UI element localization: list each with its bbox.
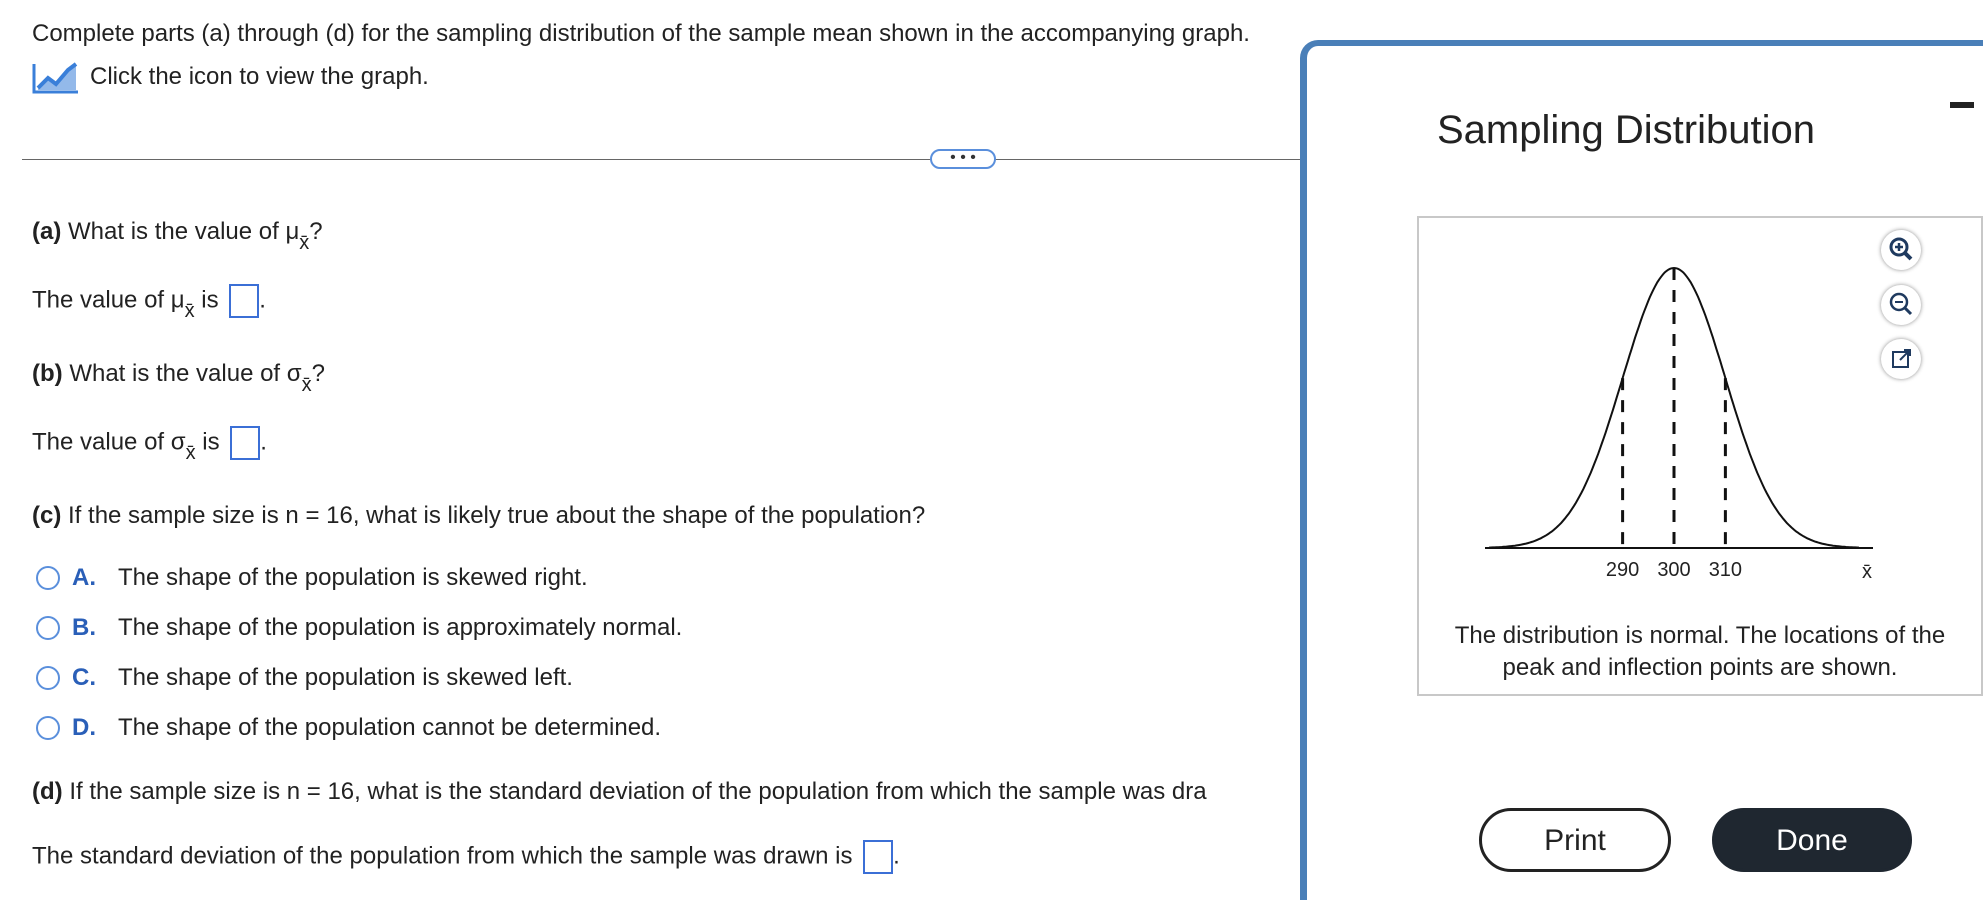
part-d-question: (d) If the sample size is n = 16, what i… [32,778,1207,805]
popup-title: Sampling Distribution [1437,108,1815,152]
radio-d[interactable] [36,716,60,740]
option-a[interactable]: A. The shape of the population is skewed… [36,564,588,592]
option-d[interactable]: D. The shape of the population cannot be… [36,714,661,742]
option-b[interactable]: B. The shape of the population is approx… [36,614,682,642]
part-a-answer: The value of μx̄ is . [32,284,266,322]
population-sd-input[interactable] [863,840,894,874]
part-b-answer: The value of σx̄ is . [32,426,267,464]
sd-answer-input[interactable] [230,426,261,460]
chart-icon[interactable] [32,60,80,94]
zoom-in-icon[interactable] [1881,230,1921,270]
done-button[interactable]: Done [1712,808,1912,872]
graph-popup: Sampling Distribution 290 300 310 x̄ The… [1300,40,1983,900]
graph-link[interactable]: Click the icon to view the graph. [32,60,429,94]
graph-caption: The distribution is normal. The location… [1454,622,1946,681]
sampling-distribution-chart: 290 300 310 x̄ [1485,266,1873,583]
part-b-question: (b) What is the value of σx̄? [32,360,325,396]
part-c-question: (c) If the sample size is n = 16, what i… [32,502,926,529]
part-d-answer: The standard deviation of the population… [32,840,900,874]
radio-c[interactable] [36,666,60,690]
tick-label-310: 310 [1709,559,1742,581]
part-a-question: (a) What is the value of μx̄? [32,218,323,254]
x-axis-label: x̄ [1862,561,1872,583]
popout-icon[interactable] [1881,339,1921,379]
divider [22,159,1302,160]
option-c[interactable]: C. The shape of the population is skewed… [36,664,573,692]
instructions: Complete parts (a) through (d) for the s… [32,20,1250,47]
more-button[interactable]: • • • [930,149,996,169]
radio-a[interactable] [36,566,60,590]
zoom-out-icon[interactable] [1881,285,1921,325]
graph-link-text[interactable]: Click the icon to view the graph. [90,63,429,91]
minimize-icon[interactable] [1950,102,1974,108]
mean-answer-input[interactable] [229,284,260,318]
radio-b[interactable] [36,616,60,640]
tick-label-290: 290 [1606,559,1639,581]
tick-label-300: 300 [1657,559,1690,581]
print-button[interactable]: Print [1479,808,1671,872]
graph-frame: 290 300 310 x̄ The distribution is norma… [1417,216,1983,696]
